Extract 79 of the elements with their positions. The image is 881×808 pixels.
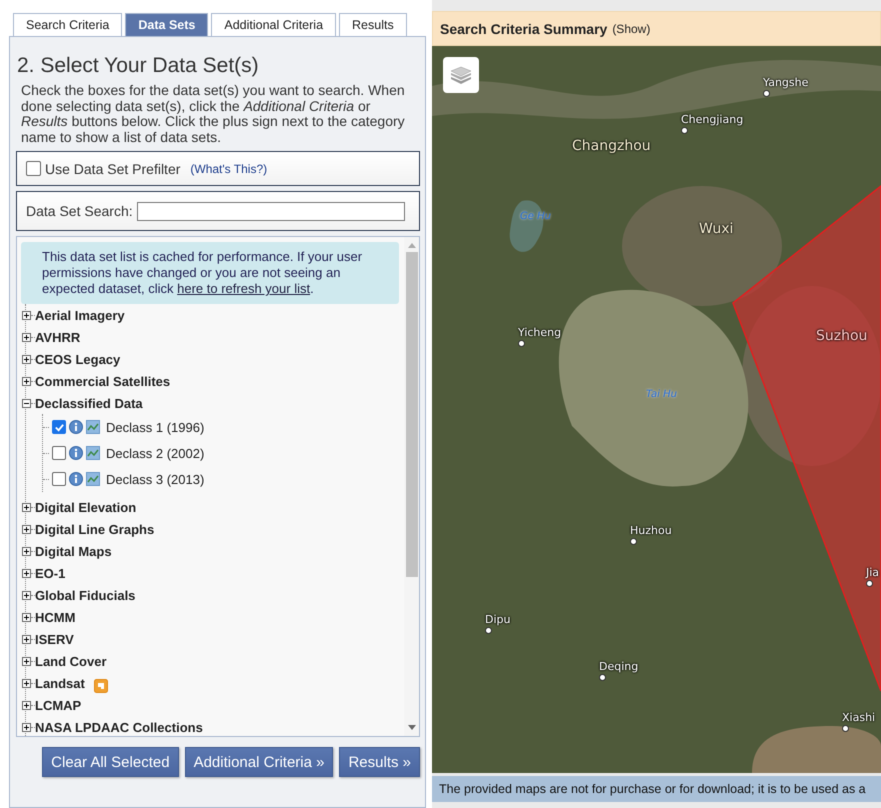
category-label[interactable]: AVHRR [35, 330, 80, 344]
place-label: Dipu [485, 613, 510, 626]
place-label: Ge Hu [520, 211, 551, 222]
scroll-thumb[interactable] [406, 252, 418, 577]
expand-icon[interactable] [22, 678, 31, 688]
place-label: Suzhou [816, 328, 868, 344]
map-notice-text: The provided maps are not for purchase or for download; it is to be used as a [439, 782, 866, 796]
data-set-checkbox[interactable] [52, 446, 66, 460]
expand-icon[interactable] [22, 332, 31, 342]
place-label: Deqing [599, 660, 638, 673]
expand-icon[interactable] [22, 568, 31, 578]
refresh-link[interactable]: here to refresh your list [177, 281, 310, 296]
help-link[interactable]: (What's This?) [190, 162, 268, 176]
place-label: Chengjiang [681, 113, 744, 126]
category-label[interactable]: Commercial Satellites [35, 374, 170, 388]
map-view[interactable]: Yangshe Chengjiang Changzhou Ge Hu Wuxi Yicheng Suzhou Tai Hu Huzhou Jia Dipu Deqing Xiashi [432, 46, 881, 773]
place-label: Yicheng [518, 326, 562, 339]
expand-icon[interactable] [22, 310, 31, 320]
category-label[interactable]: Digital Maps [35, 544, 112, 558]
expand-icon[interactable] [22, 612, 31, 622]
prefilter-label: Use Data Set Prefilter [45, 160, 180, 176]
action-button[interactable]: Results » [339, 747, 420, 777]
expand-icon[interactable] [22, 376, 31, 386]
expand-icon[interactable] [22, 700, 31, 710]
place-label: Xiashi [842, 711, 876, 724]
tab[interactable]: Additional Criteria [211, 13, 336, 36]
data-set-label: Declass 1 (1996) [106, 420, 204, 434]
data-set-checkbox[interactable] [52, 472, 66, 486]
info-icon[interactable] [69, 420, 83, 434]
cache-notice: This data set list is cached for performance. If your user permissions have changed or you are not seeing an expected dataset, click here to refresh your list. [21, 242, 399, 304]
prefilter-checkbox[interactable] [26, 161, 41, 176]
category-label[interactable]: EO-1 [35, 566, 66, 580]
show-link[interactable]: (Show) [612, 22, 650, 36]
summary-title: Search Criteria Summary [440, 20, 608, 36]
data-set-checkbox[interactable] [52, 420, 66, 434]
place-label: Changzhou [572, 138, 651, 154]
category-label[interactable]: Land Cover [35, 654, 107, 668]
data-set-label: Declass 3 (2013) [106, 472, 204, 486]
category-label[interactable]: HCMM [35, 610, 76, 624]
category-label[interactable]: Global Fiducials [35, 588, 136, 602]
category-label[interactable]: NASA LPDAAC Collections [35, 720, 203, 734]
layers-button[interactable] [443, 57, 479, 93]
place-label: Wuxi [699, 221, 734, 237]
place-dot [866, 580, 873, 587]
place-label: Huzhou [630, 524, 672, 537]
category-label[interactable]: Digital Elevation [35, 500, 136, 514]
expand-icon[interactable] [22, 354, 31, 364]
action-button[interactable]: Additional Criteria » [184, 747, 334, 777]
search-label: Data Set Search: [26, 203, 133, 219]
tab[interactable]: Results [339, 13, 407, 36]
info-icon[interactable] [69, 472, 83, 486]
place-label: Jia [866, 566, 880, 579]
place-label: Yangshe [763, 76, 808, 89]
collapse-icon[interactable] [22, 398, 31, 408]
expand-icon[interactable] [22, 590, 31, 600]
expand-icon[interactable] [22, 722, 31, 732]
tab[interactable]: Search Criteria [13, 13, 122, 36]
search-field[interactable] [136, 202, 405, 220]
scroll-down-icon[interactable] [408, 725, 416, 730]
expand-icon[interactable] [22, 502, 31, 512]
category-label[interactable]: Declassified Data [35, 396, 143, 410]
expand-icon[interactable] [22, 546, 31, 556]
data-set-label: Declass 2 (2002) [106, 446, 204, 460]
category-label[interactable]: LCMAP [35, 698, 82, 712]
expand-icon[interactable] [22, 656, 31, 666]
category-label[interactable]: Aerial Imagery [35, 308, 125, 322]
category-label[interactable]: CEOS Legacy [35, 352, 120, 366]
category-label[interactable]: Digital Line Graphs [35, 522, 154, 536]
category-label[interactable]: Landsat [35, 676, 85, 690]
scrollbar[interactable] [404, 237, 419, 736]
category-label[interactable]: ISERV [35, 632, 74, 646]
expand-icon[interactable] [22, 524, 31, 534]
expand-icon[interactable] [22, 634, 31, 644]
place-label: Tai Hu [646, 389, 678, 400]
action-button[interactable]: Clear All Selected [42, 747, 179, 777]
info-icon[interactable] [69, 446, 83, 460]
tab[interactable]: Data Sets [125, 13, 208, 36]
panel-heading: 2. Select Your Data Set(s) [17, 54, 260, 78]
instructions-text: Check the boxes for the data set(s) you want to search. When done selecting data set(s), click the Additional Criteria or Results buttons below. Click the plus sign next to the category name to show a list of data sets. [21, 83, 406, 145]
